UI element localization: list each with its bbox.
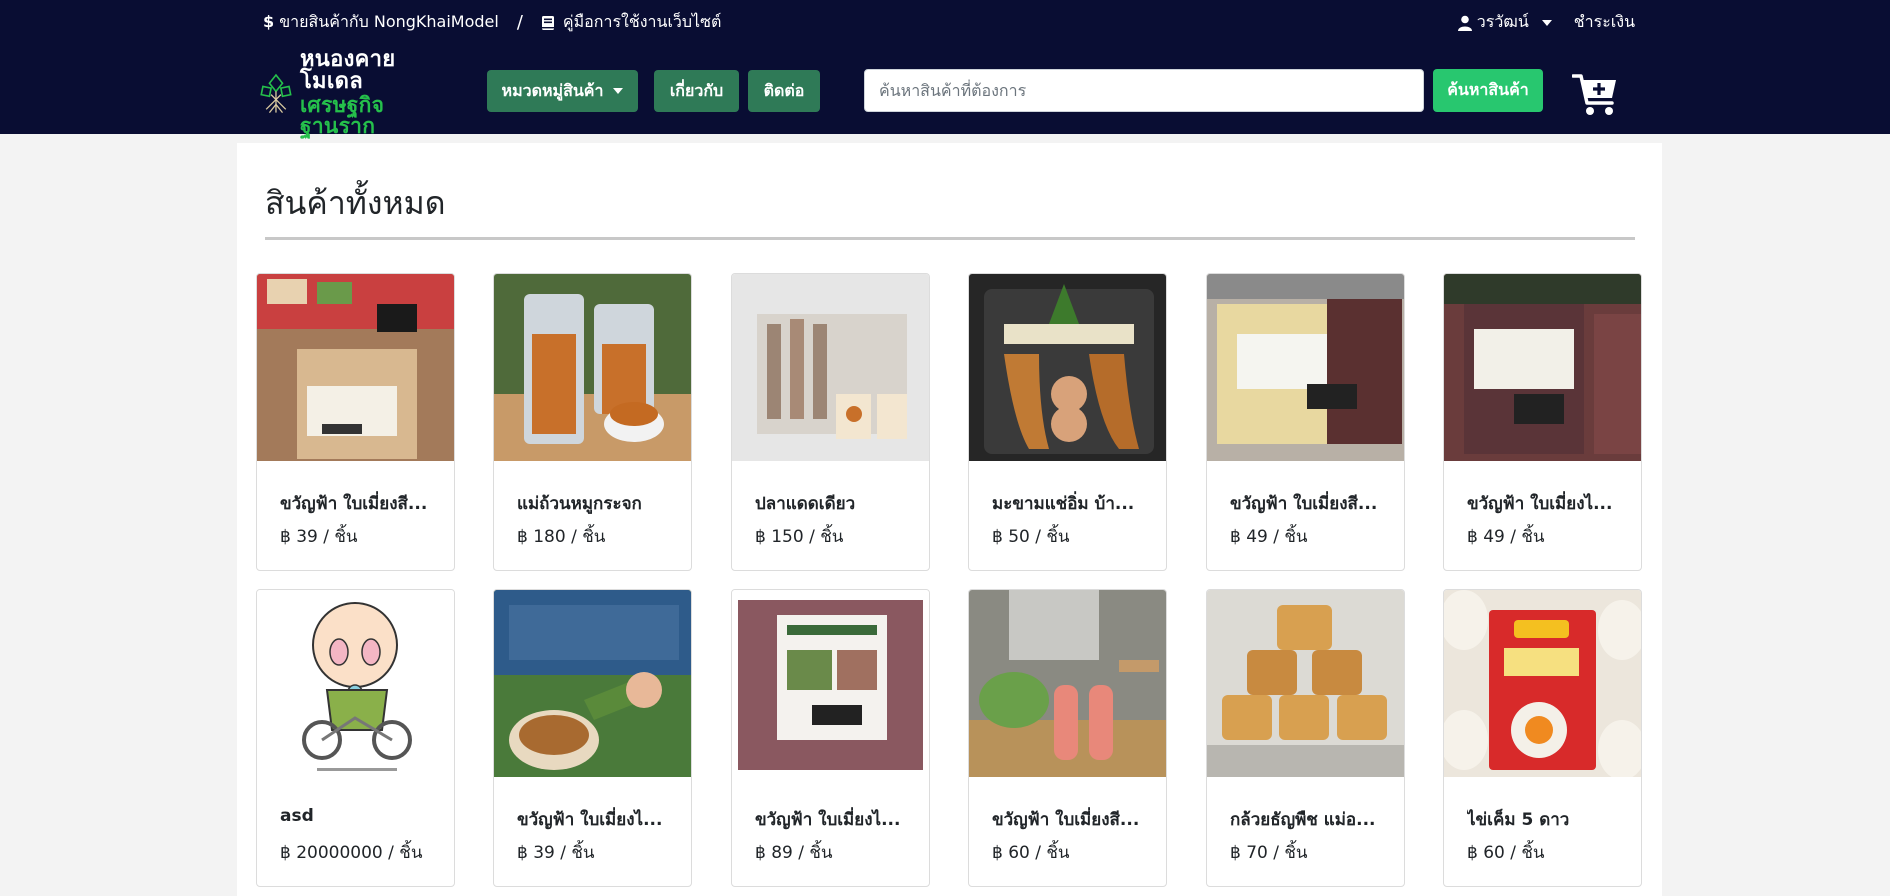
product-image[interactable] — [1207, 274, 1404, 461]
product-image[interactable] — [969, 274, 1166, 461]
topbar-right: วรวัฒน์ ชำระเงิน — [1457, 10, 1635, 35]
product-image[interactable] — [969, 590, 1166, 777]
product-price: ฿ 20000000 / ชิ้น — [280, 843, 423, 863]
product-card[interactable]: ขวัญฟ้า ใบเมี่ยงสี... ฿ 39 / ชิ้น — [256, 273, 455, 571]
product-card[interactable]: ไข่เค็ม 5 ดาว ฿ 60 / ชิ้น — [1443, 589, 1642, 887]
product-price: ฿ 180 / ชิ้น — [517, 527, 606, 547]
product-image[interactable] — [494, 590, 691, 777]
product-card[interactable]: ขวัญฟ้า ใบเมี่ยงไ... ฿ 39 / ชิ้น — [493, 589, 692, 887]
product-name[interactable]: ขวัญฟ้า ใบเมี่ยงสี... — [1230, 490, 1395, 517]
product-image[interactable] — [732, 590, 929, 777]
user-icon — [1457, 15, 1472, 31]
product-image[interactable] — [1207, 590, 1404, 777]
category-button-label: หมวดหมู่สินค้า — [501, 80, 604, 100]
contact-button[interactable]: ติดต่อ — [748, 70, 820, 112]
sell-with-us-link[interactable]: $ ขายสินค้ากับ NongKhaiModel — [263, 10, 499, 35]
product-price: ฿ 60 / ชิ้น — [992, 843, 1070, 863]
product-price: ฿ 70 / ชิ้น — [1230, 843, 1308, 863]
product-card[interactable]: ปลาแดดเดียว ฿ 150 / ชิ้น — [731, 273, 930, 571]
user-menu[interactable]: วรวัฒน์ — [1457, 10, 1552, 35]
product-name[interactable]: ไข่เค็ม 5 ดาว — [1467, 806, 1632, 833]
product-name[interactable]: asd — [280, 806, 445, 826]
product-card[interactable]: asd ฿ 20000000 / ชิ้น — [256, 589, 455, 887]
product-price: ฿ 60 / ชิ้น — [1467, 843, 1545, 863]
dollar-icon: $ — [263, 12, 275, 31]
product-name[interactable]: ขวัญฟ้า ใบเมี่ยงไ... — [517, 806, 682, 833]
topbar-separator: / — [516, 12, 523, 33]
product-name[interactable]: กล้วยธัญพืช แม่อ... — [1230, 806, 1395, 833]
contact-button-label: ติดต่อ — [763, 80, 805, 100]
product-image[interactable] — [257, 274, 454, 461]
product-price: ฿ 89 / ชิ้น — [755, 843, 833, 863]
product-card[interactable]: กล้วยธัญพืช แม่อ... ฿ 70 / ชิ้น — [1206, 589, 1405, 887]
product-price: ฿ 39 / ชิ้น — [517, 843, 595, 863]
search-button[interactable]: ค้นหาสินค้า — [1433, 69, 1543, 112]
payment-link[interactable]: ชำระเงิน — [1574, 10, 1635, 35]
cart-plus-icon — [1571, 74, 1616, 115]
chevron-down-icon — [1541, 19, 1552, 26]
product-card[interactable]: ขวัญฟ้า ใบเมี่ยงสี... ฿ 49 / ชิ้น — [1206, 273, 1405, 571]
product-price: ฿ 49 / ชิ้น — [1467, 527, 1545, 547]
about-button[interactable]: เกี่ยวกับ — [654, 70, 739, 112]
logo-title: หนองคาย โมเดล — [299, 47, 396, 94]
product-card[interactable]: แม่ถ้วนหมูกระจก ฿ 180 / ชิ้น — [493, 273, 692, 571]
manual-link-label: คู่มือการใช้งานเว็บไซต์ — [562, 12, 722, 31]
product-card[interactable]: ขวัญฟ้า ใบเมี่ยงไ... ฿ 89 / ชิ้น — [731, 589, 930, 887]
product-name[interactable]: ขวัญฟ้า ใบเมี่ยงสี... — [992, 806, 1157, 833]
topbar-left: $ ขายสินค้ากับ NongKhaiModel / คู่มือการ… — [263, 10, 721, 35]
product-name[interactable]: ขวัญฟ้า ใบเมี่ยงไ... — [755, 806, 920, 833]
book-icon — [541, 15, 554, 30]
user-manual-link[interactable]: คู่มือการใช้งานเว็บไซต์ — [541, 10, 721, 35]
site-logo[interactable]: หนองคาย โมเดล เศรษฐกิจฐานราก — [258, 49, 436, 137]
user-name: วรวัฒน์ — [1476, 12, 1529, 31]
product-price: ฿ 39 / ชิ้น — [280, 527, 358, 547]
product-image[interactable] — [257, 590, 454, 777]
logo-subtitle: เศรษฐกิจฐานราก — [299, 93, 385, 138]
product-name[interactable]: ขวัญฟ้า ใบเมี่ยงไ... — [1467, 490, 1632, 517]
product-card[interactable]: ขวัญฟ้า ใบเมี่ยงสี... ฿ 60 / ชิ้น — [968, 589, 1167, 887]
product-price: ฿ 150 / ชิ้น — [755, 527, 844, 547]
category-dropdown-button[interactable]: หมวดหมู่สินค้า — [487, 70, 638, 112]
product-name[interactable]: ขวัญฟ้า ใบเมี่ยงสี... — [280, 490, 445, 517]
product-image[interactable] — [1444, 274, 1641, 461]
cart-button[interactable] — [1571, 70, 1620, 118]
logo-text: หนองคาย โมเดล เศรษฐกิจฐานราก — [300, 49, 436, 137]
product-name[interactable]: ปลาแดดเดียว — [755, 490, 920, 517]
product-price: ฿ 49 / ชิ้น — [1230, 527, 1308, 547]
product-name[interactable]: แม่ถ้วนหมูกระจก — [517, 490, 682, 517]
chevron-down-icon — [613, 88, 624, 94]
logo-emblem-icon — [260, 73, 292, 114]
page-title: สินค้าทั้งหมด — [265, 184, 446, 222]
title-divider — [265, 237, 1635, 240]
product-card[interactable]: ขวัญฟ้า ใบเมี่ยงไ... ฿ 49 / ชิ้น — [1443, 273, 1642, 571]
product-card[interactable]: มะขามแช่อิ่ม บ้า... ฿ 50 / ชิ้น — [968, 273, 1167, 571]
sell-link-label: ขายสินค้ากับ NongKhaiModel — [279, 12, 499, 31]
product-name[interactable]: มะขามแช่อิ่ม บ้า... — [992, 490, 1157, 517]
product-price: ฿ 50 / ชิ้น — [992, 527, 1070, 547]
product-image[interactable] — [494, 274, 691, 461]
about-button-label: เกี่ยวกับ — [669, 80, 724, 100]
product-image[interactable] — [1444, 590, 1641, 777]
search-input[interactable] — [864, 69, 1424, 112]
product-image[interactable] — [732, 274, 929, 461]
